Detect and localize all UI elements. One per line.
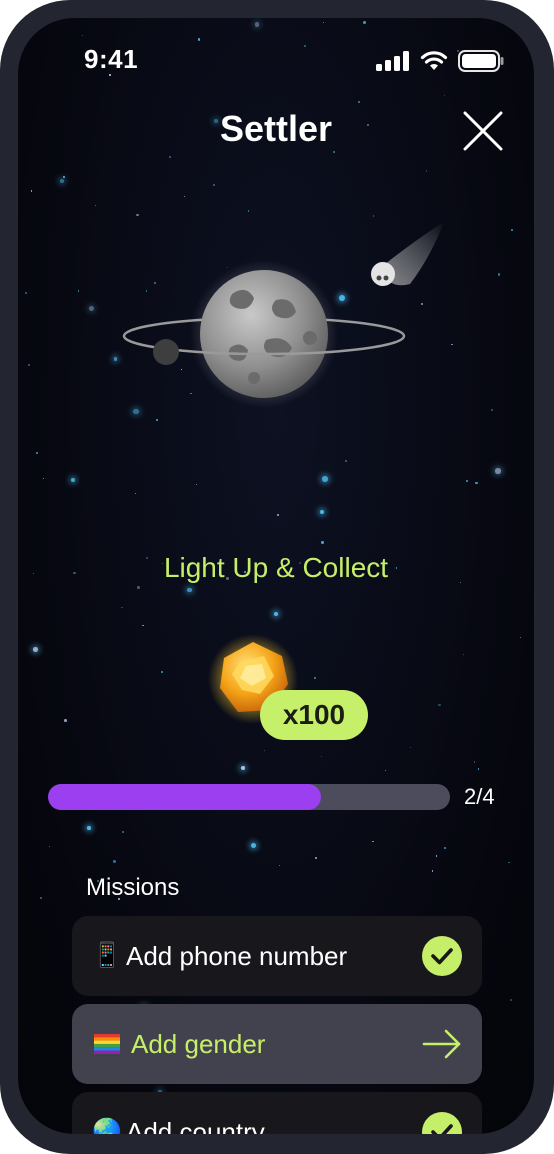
star: [60, 178, 65, 183]
page-title: Settler: [219, 108, 333, 149]
star: [409, 746, 412, 749]
app-screen: 9:41 Settler Light Up & Collect x100 2/4…: [18, 18, 534, 1134]
star: [250, 842, 257, 848]
star: [473, 761, 476, 763]
star: [42, 478, 44, 480]
star: [49, 845, 51, 847]
wifi-icon: [420, 51, 448, 70]
mission-item-phone[interactable]: 📱 Add phone number: [72, 916, 482, 996]
status-time: 9:41: [84, 44, 139, 74]
star: [462, 653, 465, 656]
star: [508, 861, 510, 864]
star: [33, 647, 38, 652]
star: [134, 492, 136, 495]
star: [333, 150, 336, 153]
star: [169, 155, 171, 158]
reward-title: Light Up & Collect: [163, 552, 389, 583]
battery-icon: [458, 50, 504, 72]
star: [425, 170, 428, 172]
star: [344, 460, 348, 463]
star: [70, 478, 75, 483]
star: [195, 483, 197, 485]
check-icon: [422, 936, 462, 976]
star: [321, 541, 324, 544]
progress-fill: [48, 784, 322, 810]
arrow-right-icon: [422, 1029, 461, 1059]
mission-label: Add gender: [131, 1029, 266, 1059]
check-icon: [422, 1112, 462, 1134]
star: [320, 755, 322, 757]
star: [142, 624, 144, 627]
star: [30, 190, 32, 192]
star: [113, 860, 116, 863]
star: [322, 476, 328, 483]
progress-count: 2/4: [464, 784, 495, 809]
star: [87, 825, 91, 830]
star: [160, 671, 163, 674]
close-button[interactable]: [462, 110, 504, 152]
star: [357, 101, 361, 104]
planet-illustration: [18, 198, 534, 458]
star: [431, 869, 434, 872]
status-bar: 9:41: [18, 18, 534, 98]
status-icons: [376, 50, 504, 72]
star: [187, 587, 192, 593]
star: [263, 750, 266, 752]
close-icon: [463, 111, 503, 151]
star: [278, 864, 281, 867]
mission-label: Add phone number: [126, 941, 348, 971]
star: [475, 481, 478, 485]
star: [40, 896, 43, 899]
phone-emoji-icon: 📱: [92, 942, 122, 969]
star: [320, 510, 325, 515]
star: [64, 719, 67, 722]
star: [510, 998, 513, 1001]
star: [137, 586, 140, 589]
star: [477, 767, 480, 770]
star: [519, 637, 522, 639]
star: [522, 1115, 528, 1121]
mission-label: Add country: [126, 1117, 265, 1134]
phone-frame: 9:41 Settler Light Up & Collect x100 2/4…: [0, 0, 554, 1154]
star: [444, 847, 446, 849]
star: [438, 703, 441, 707]
star: [371, 840, 374, 843]
rainbow-flag-icon: [92, 1029, 122, 1062]
star: [314, 857, 317, 860]
star: [213, 183, 215, 186]
star: [465, 480, 468, 483]
star: [121, 830, 125, 833]
star: [241, 766, 246, 771]
star: [435, 855, 438, 857]
star: [313, 676, 316, 679]
star: [384, 770, 386, 772]
star: [62, 175, 65, 178]
missions-list: 📱 Add phone number Add gender 🌏 Add coun…: [72, 916, 482, 1134]
star: [495, 468, 501, 474]
globe-emoji-icon: 🌏: [92, 1118, 122, 1134]
reward-multiplier-badge: x100: [260, 690, 368, 740]
signal-icon: [376, 51, 409, 71]
missions-heading: Missions: [86, 874, 180, 901]
mission-progress-bar: [48, 784, 450, 810]
star: [274, 612, 279, 617]
star: [121, 606, 123, 609]
star: [277, 513, 280, 516]
mission-item-country[interactable]: 🌏 Add country: [72, 1092, 482, 1134]
mission-item-gender[interactable]: Add gender: [72, 1004, 482, 1084]
